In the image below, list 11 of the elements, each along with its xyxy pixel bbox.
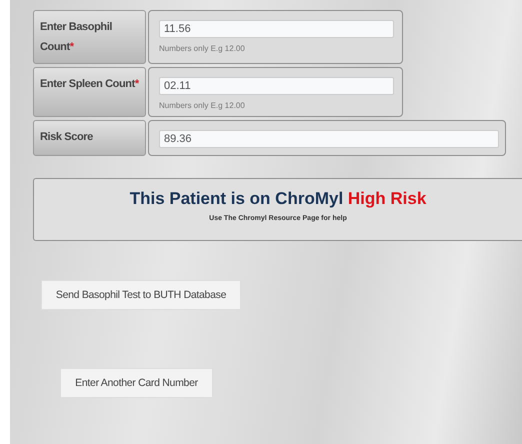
input-field[interactable]: 11.56 xyxy=(159,20,394,38)
field-label: Enter Spleen Count* xyxy=(40,78,139,90)
field-hint: Numbers only E.g 12.00 xyxy=(159,44,246,53)
result-title: This Patient is on ChroMyl High Risk xyxy=(130,189,426,209)
input-field[interactable]: 02.11 xyxy=(159,77,394,95)
field-hint: Numbers only E.g 12.00 xyxy=(159,101,246,110)
input-field[interactable]: 89.36 xyxy=(159,130,499,148)
new-card-button[interactable]: Enter Another Card Number xyxy=(60,368,213,398)
field-label: Risk Score xyxy=(40,131,93,143)
send-test-button[interactable]: Send Basophil Test to BUTH Database xyxy=(41,280,241,310)
field-label: Enter Basophil Count* xyxy=(40,21,112,53)
